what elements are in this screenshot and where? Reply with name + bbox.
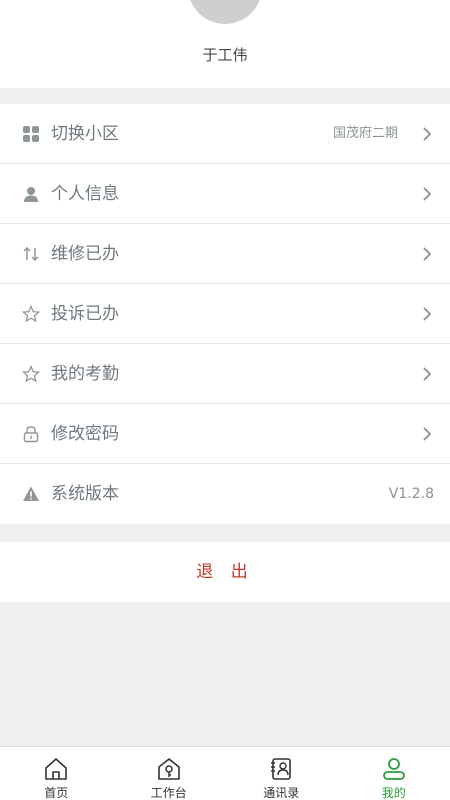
grid-icon <box>22 125 40 143</box>
chevron-right-icon <box>422 246 432 262</box>
chevron-right-icon <box>422 186 432 202</box>
tab-label: 工作台 <box>150 786 187 800</box>
sort-arrows-icon <box>22 245 40 263</box>
lock-icon <box>22 425 40 443</box>
settings-menu: 切换小区 国茂府二期 个人信息 维修已办 投诉已办 我的考勤 修改密码 系统版本… <box>0 104 450 524</box>
menu-item-label: 个人信息 <box>51 184 119 204</box>
tab-contacts[interactable]: 通讯录 <box>225 747 338 800</box>
user-name: 于工伟 <box>202 46 248 64</box>
menu-item-complaints-done[interactable]: 投诉已办 <box>0 284 450 344</box>
chevron-right-icon <box>422 306 432 322</box>
menu-item-label: 我的考勤 <box>51 364 119 384</box>
star-icon <box>22 365 40 383</box>
warning-icon <box>22 485 40 503</box>
menu-item-label: 切换小区 <box>51 124 119 144</box>
chevron-right-icon <box>422 426 432 442</box>
menu-item-change-password[interactable]: 修改密码 <box>0 404 450 464</box>
menu-item-repairs-done[interactable]: 维修已办 <box>0 224 450 284</box>
version-value: V1.2.8 <box>388 486 434 502</box>
menu-item-label: 维修已办 <box>51 244 119 264</box>
tab-label: 我的 <box>381 786 406 800</box>
menu-item-personal-info[interactable]: 个人信息 <box>0 164 450 224</box>
menu-item-label: 投诉已办 <box>51 304 119 324</box>
menu-item-system-version[interactable]: 系统版本 V1.2.8 <box>0 464 450 524</box>
workbench-icon <box>155 755 183 783</box>
person-icon <box>22 185 40 203</box>
menu-item-label: 修改密码 <box>51 424 119 444</box>
bottom-tab-bar: 首页 工作台 通讯录 我的 <box>0 746 450 800</box>
tab-workbench[interactable]: 工作台 <box>113 747 226 800</box>
star-icon <box>22 305 40 323</box>
chevron-right-icon <box>422 126 432 142</box>
profile-header: 于工伟 <box>0 0 450 88</box>
chevron-right-icon <box>422 366 432 382</box>
menu-item-attendance[interactable]: 我的考勤 <box>0 344 450 404</box>
tab-label: 首页 <box>44 786 69 800</box>
tab-label: 通讯录 <box>263 786 300 800</box>
logout-button[interactable]: 退 出 <box>0 542 450 602</box>
home-icon <box>42 755 70 783</box>
menu-item-label: 系统版本 <box>51 484 119 504</box>
avatar[interactable] <box>188 0 262 24</box>
menu-item-switch-community[interactable]: 切换小区 国茂府二期 <box>0 104 450 164</box>
tab-mine[interactable]: 我的 <box>338 747 450 800</box>
tab-home[interactable]: 首页 <box>0 747 113 800</box>
current-community-value: 国茂府二期 <box>332 126 398 141</box>
user-icon <box>380 755 408 783</box>
contacts-icon <box>267 755 295 783</box>
